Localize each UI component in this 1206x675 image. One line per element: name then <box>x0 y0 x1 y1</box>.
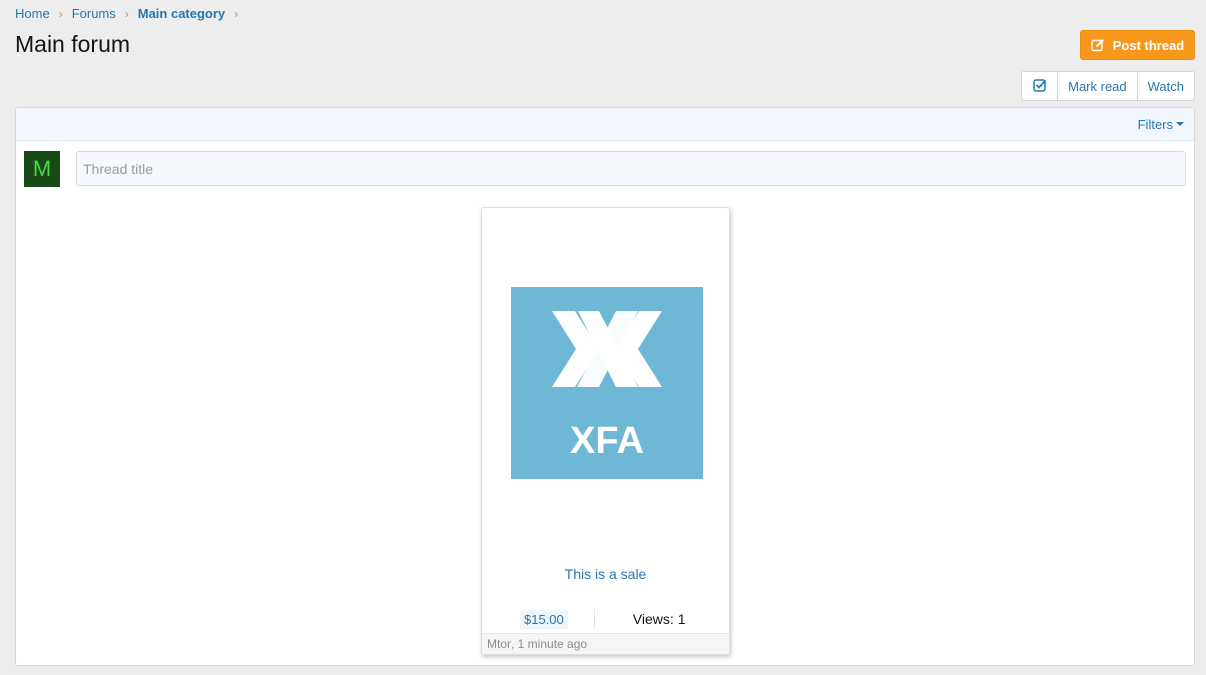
post-time[interactable]: 1 minute ago <box>518 637 587 651</box>
thread-meta: Mtor , 1 minute ago <box>482 633 729 654</box>
chevron-right-icon: › <box>234 6 239 21</box>
thread-title-input[interactable] <box>76 151 1186 186</box>
price-tag: $15.00 <box>520 609 568 629</box>
views-label: Views: <box>632 611 674 627</box>
quick-thread: M <box>24 151 60 187</box>
views-stat: Views: 1 <box>633 611 686 627</box>
thread-stats: $15.00 Views: 1 <box>482 608 729 630</box>
avatar[interactable]: M <box>24 151 60 187</box>
meta-separator: , <box>511 637 518 651</box>
watch-button[interactable]: Watch <box>1136 72 1194 100</box>
views-count: 1 <box>677 611 686 627</box>
checkbox-icon <box>1032 78 1047 95</box>
edit-icon <box>1091 38 1105 52</box>
breadcrumb-main-category[interactable]: Main category <box>138 6 225 21</box>
chevron-right-icon: › <box>124 6 129 21</box>
filters-label: Filters <box>1137 116 1173 132</box>
thread-list-panel: Filters M XFA This is a sale $15.00 <box>15 107 1195 666</box>
breadcrumb-home[interactable]: Home <box>15 6 50 21</box>
page-title: Main forum <box>15 31 131 57</box>
stat-divider <box>593 609 595 629</box>
breadcrumb-forums[interactable]: Forums <box>72 6 116 21</box>
post-thread-button[interactable]: Post thread <box>1080 30 1195 60</box>
thread-thumbnail[interactable]: XFA <box>511 287 703 479</box>
select-toggle-button[interactable] <box>1022 72 1057 100</box>
chevron-right-icon: › <box>58 6 63 21</box>
thread-card[interactable]: XFA This is a sale $15.00 Views: 1 Mtor … <box>481 207 730 655</box>
forum-actions: Mark read Watch <box>1021 71 1195 101</box>
filter-bar: Filters <box>16 108 1194 141</box>
post-thread-label: Post thread <box>1112 37 1185 53</box>
xfa-logo-icon <box>552 311 662 387</box>
thread-title-link[interactable]: This is a sale <box>482 566 729 582</box>
breadcrumb: Home › Forums › Main category › <box>15 6 247 21</box>
author-link[interactable]: Mtor <box>487 637 511 651</box>
mark-read-button[interactable]: Mark read <box>1057 72 1137 100</box>
caret-down-icon <box>1176 122 1184 126</box>
filters-dropdown[interactable]: Filters <box>1138 117 1184 132</box>
xfa-logo-text: XFA <box>570 420 644 462</box>
